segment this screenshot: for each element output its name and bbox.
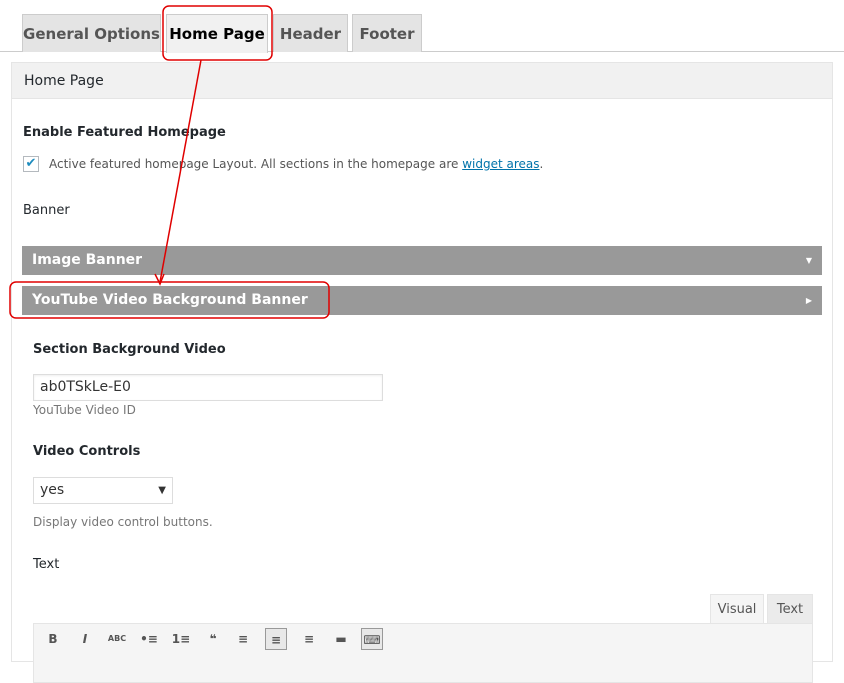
video-controls-select[interactable]: yes ▼ (33, 477, 173, 504)
editor-tab-text[interactable]: Text (767, 594, 813, 624)
caret-right-icon: ▶ (805, 296, 812, 305)
insert-more-icon[interactable]: ▬ (330, 628, 352, 650)
panel-title: Home Page (12, 63, 832, 99)
align-left-icon[interactable]: ≡ (232, 628, 254, 650)
tab-general-options[interactable]: General Options (22, 14, 161, 52)
editor-tab-visual[interactable]: Visual (710, 594, 764, 624)
background-video-label: Section Background Video (33, 342, 226, 357)
image-banner-accordion[interactable]: Image Banner ▼ (22, 246, 822, 275)
tab-header[interactable]: Header (273, 14, 348, 52)
widget-areas-link[interactable]: widget areas (462, 157, 539, 171)
text-label: Text (33, 557, 60, 572)
enable-featured-label: Enable Featured Homepage (23, 125, 226, 140)
bold-icon[interactable]: B (42, 628, 64, 650)
align-center-icon[interactable]: ≡ (265, 628, 287, 650)
blockquote-icon[interactable]: ❝ (202, 628, 224, 650)
select-value: yes (40, 482, 65, 498)
featured-homepage-checkbox[interactable]: ✔ (23, 156, 39, 172)
editor-toolbar: B I ABC •≡ 1≡ ❝ ≡ ≡ ≡ ▬ ⌨ (33, 623, 813, 683)
toolbar-toggle-icon[interactable]: ⌨ (361, 628, 383, 650)
align-right-icon[interactable]: ≡ (298, 628, 320, 650)
youtube-banner-accordion[interactable]: YouTube Video Background Banner ▶ (22, 286, 822, 315)
tab-bar: General Options Home Page Header Footer (0, 0, 844, 53)
checkbox-text: Active featured homepage Layout. All sec… (49, 157, 463, 171)
video-id-description: YouTube Video ID (33, 403, 136, 417)
numbered-list-icon[interactable]: 1≡ (170, 628, 192, 650)
strikethrough-icon[interactable]: ABC (106, 628, 128, 650)
video-controls-description: Display video control buttons. (33, 515, 213, 529)
checkbox-label: Active featured homepage Layout. All sec… (49, 157, 543, 171)
tab-footer[interactable]: Footer (352, 14, 422, 52)
bullet-list-icon[interactable]: •≡ (138, 628, 160, 650)
checkbox-suffix: . (539, 157, 544, 171)
checkmark-icon: ✔ (25, 156, 37, 171)
home-page-panel: Home Page Enable Featured Homepage ✔ Act… (11, 62, 833, 683)
banner-label: Banner (23, 203, 70, 218)
italic-icon[interactable]: I (74, 628, 96, 650)
video-controls-label: Video Controls (33, 444, 141, 459)
tab-home-page[interactable]: Home Page (166, 14, 268, 53)
caret-down-icon: ▼ (805, 256, 812, 265)
dropdown-arrow-icon: ▼ (158, 485, 166, 496)
youtube-video-id-input[interactable]: ab0TSkLe-E0 (33, 374, 383, 401)
accordion-label: Image Banner (32, 252, 143, 268)
accordion-label: YouTube Video Background Banner (32, 292, 308, 308)
